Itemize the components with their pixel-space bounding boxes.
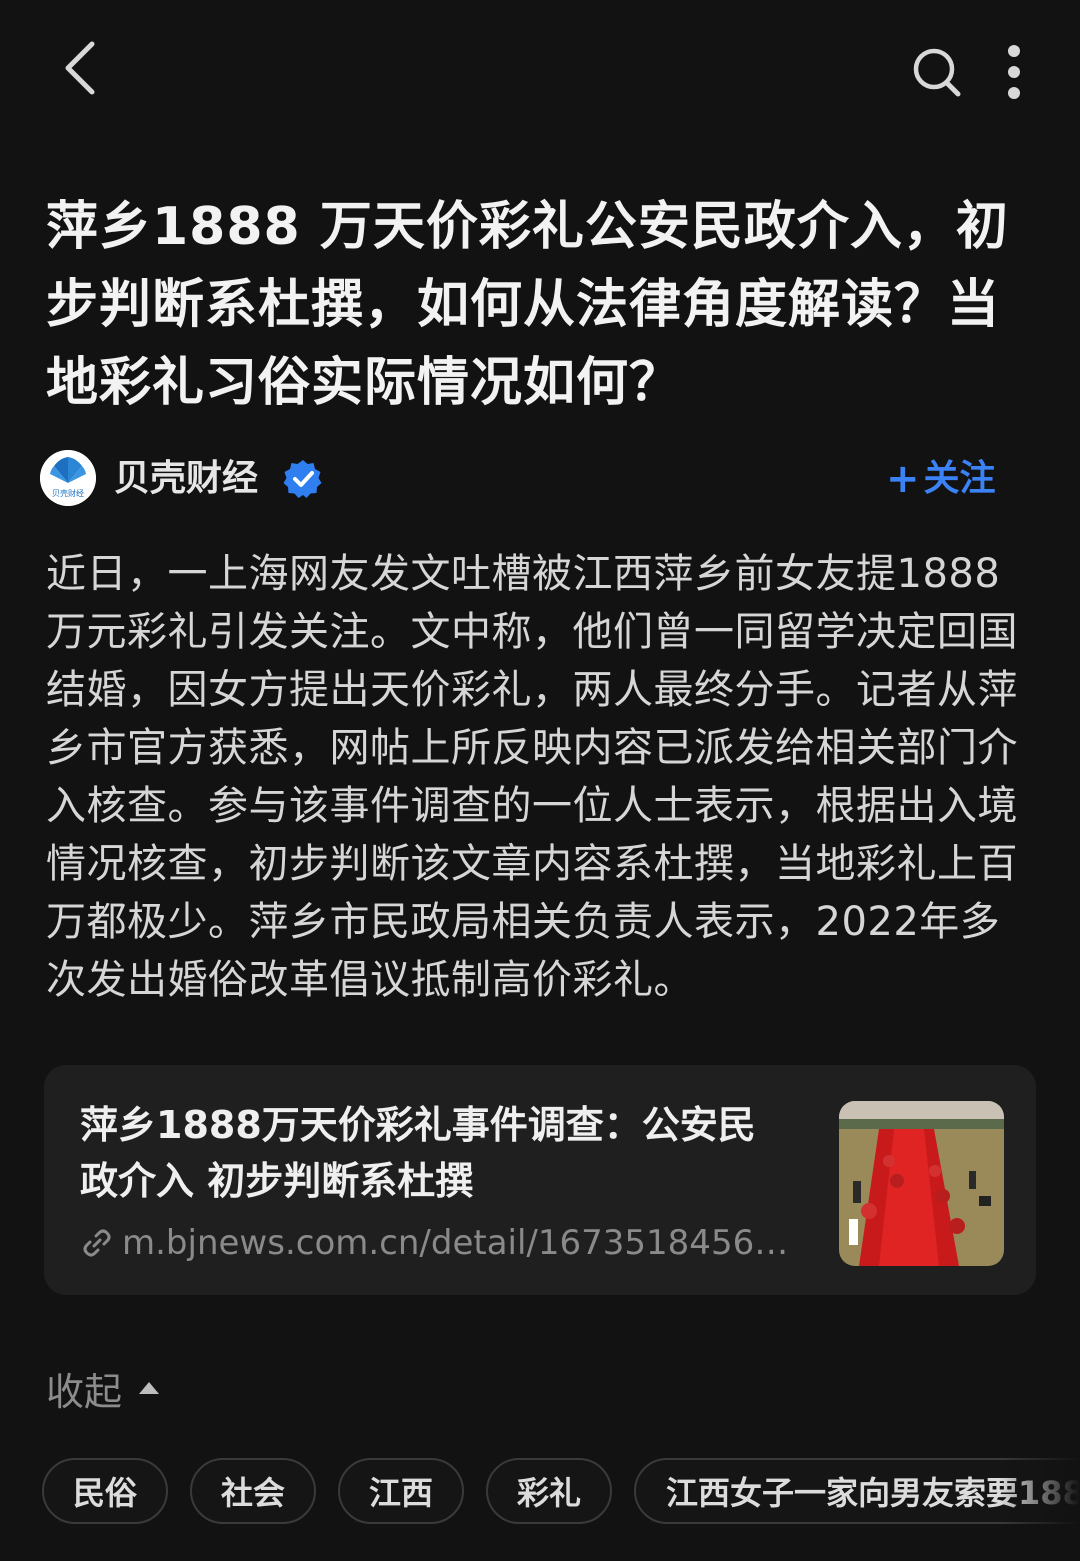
author-row: 贝壳财经 贝壳财经 + 关注 — [40, 450, 1040, 508]
follow-label: 关注 — [923, 458, 996, 499]
tag-chip[interactable]: 彩礼 — [486, 1458, 612, 1524]
article-title: 萍乡1888 万天价彩礼公安民政介入，初步判断系杜撰，如何从法律角度解读？当地彩… — [46, 197, 1009, 413]
link-url-row: m.bjnews.com.cn/detail/16735184561... — [80, 1221, 790, 1265]
collapse-toggle[interactable]: 收起 — [46, 1360, 160, 1416]
plus-icon: + — [886, 456, 920, 502]
tag-chip[interactable]: 江西 — [338, 1458, 464, 1524]
collapse-label: 收起 — [46, 1369, 123, 1414]
more-vertical-icon — [1008, 45, 1020, 99]
link-card[interactable]: 萍乡1888万天价彩礼事件调查：公安民政介入 初步判断系杜撰 m.bjnews.… — [44, 1065, 1036, 1295]
back-button[interactable] — [50, 36, 110, 100]
verified-badge-icon — [283, 460, 322, 498]
caret-up-icon — [139, 1382, 160, 1394]
article-body: 近日，一上海网友发文吐槽被江西萍乡前女友提1888万元彩礼引发关注。文中称，他们… — [46, 551, 1018, 1003]
author-name[interactable]: 贝壳财经 — [114, 454, 258, 504]
more-options-button[interactable] — [994, 42, 1034, 102]
chevron-left-icon — [65, 41, 95, 95]
thumbnail-image — [839, 1101, 1004, 1266]
avatar[interactable]: 贝壳财经 — [40, 450, 96, 506]
tag-chip[interactable]: 社会 — [190, 1458, 316, 1524]
search-icon — [913, 48, 961, 97]
avatar-text: 贝壳财经 — [52, 488, 84, 498]
link-url: m.bjnews.com.cn/detail/16735184561... — [122, 1223, 790, 1263]
link-icon — [83, 1229, 111, 1257]
link-thumbnail — [839, 1101, 1004, 1266]
author-logo-icon: 贝壳财经 — [40, 450, 96, 506]
search-button[interactable] — [908, 42, 966, 100]
tag-chip[interactable]: 民俗 — [42, 1458, 168, 1524]
follow-button[interactable]: + 关注 — [886, 454, 996, 504]
top-bar — [0, 0, 1080, 140]
tag-fade-overlay — [1000, 1458, 1080, 1528]
link-card-title: 萍乡1888万天价彩礼事件调查：公安民政介入 初步判断系杜撰 — [80, 1103, 756, 1203]
tag-list: 民俗 社会 江西 彩礼 江西女子一家向男友索要188 — [40, 1458, 1080, 1528]
